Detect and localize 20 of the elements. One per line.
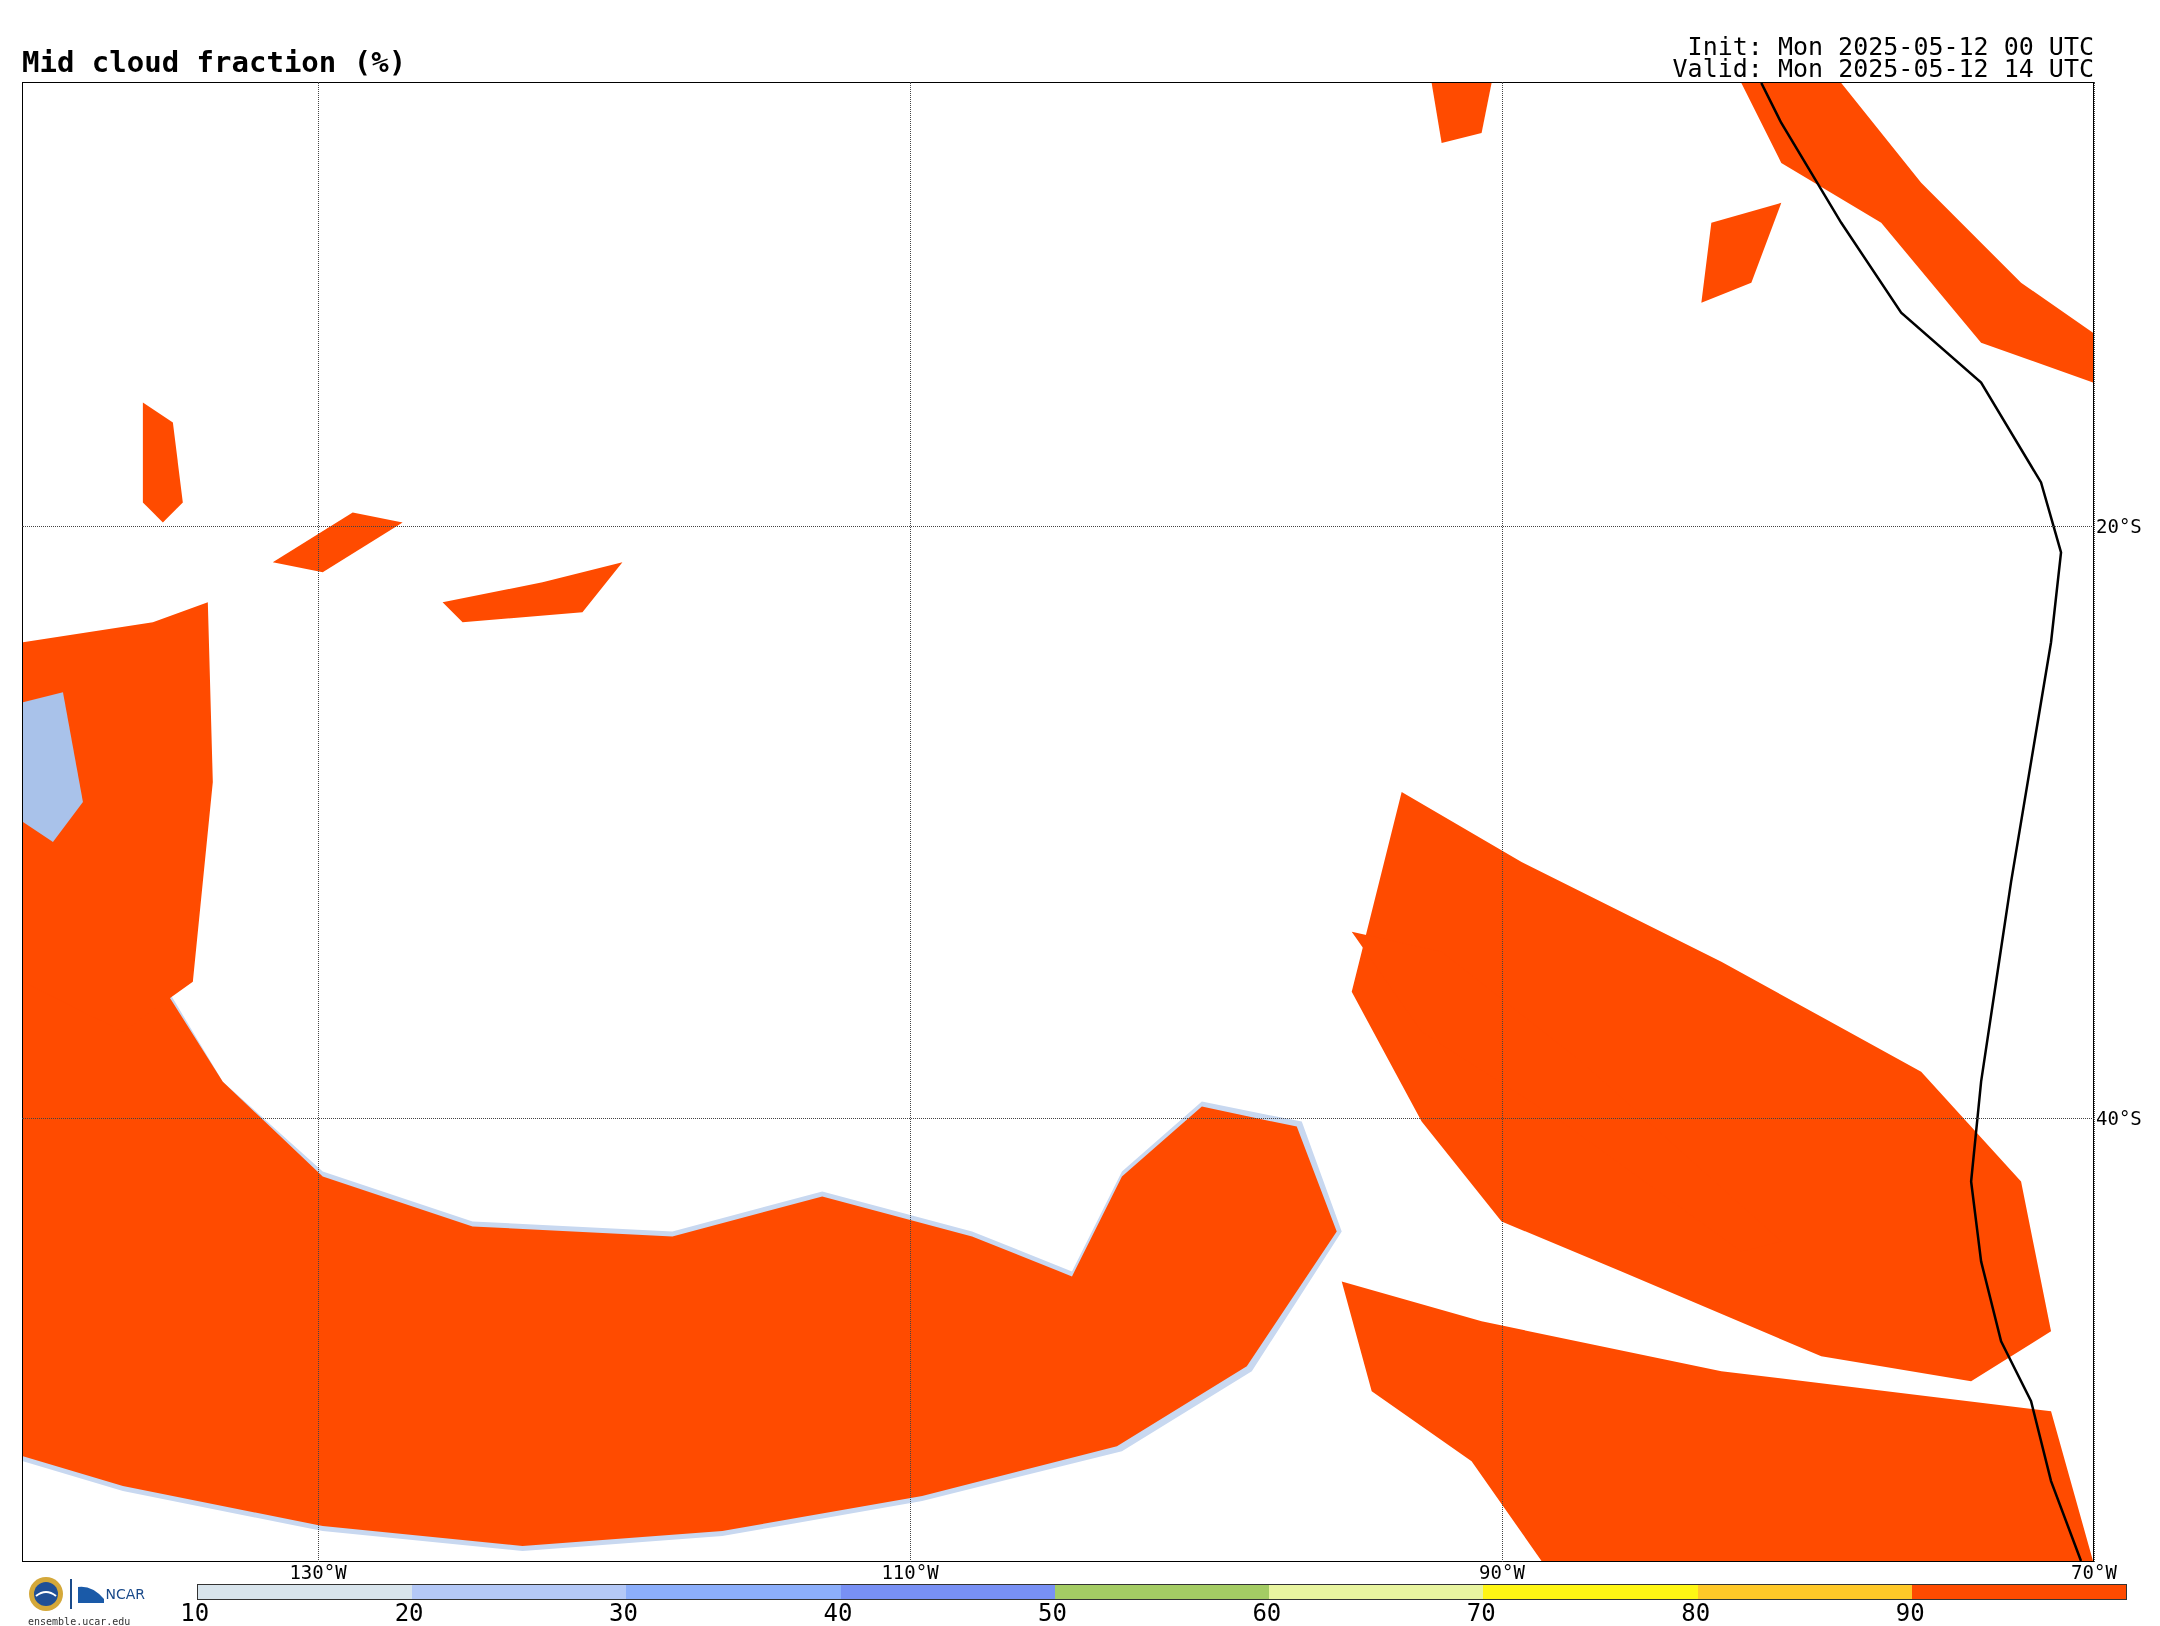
longitude-label: 70°W (2071, 1562, 2117, 1582)
scale-tick-label: 80 (1681, 1601, 1712, 1625)
scale-tick-label: 40 (823, 1601, 854, 1625)
latitude-label: 40°S (2095, 1108, 2142, 1128)
scale-tick-label: 10 (180, 1601, 211, 1625)
valid-time: Valid: Mon 2025-05-12 14 UTC (1672, 58, 2094, 80)
chart-title: Mid cloud fraction (%) (22, 46, 407, 78)
longitude-label: 130°W (289, 1562, 347, 1582)
longitude-label: 110°W (881, 1562, 939, 1582)
scale-tick-label: 90 (1895, 1601, 1926, 1625)
latitude-label: 20°S (2095, 516, 2142, 536)
scale-tick-label: 70 (1466, 1601, 1497, 1625)
longitude-label: 90°W (1479, 1562, 1525, 1582)
scale-tick-label: 60 (1252, 1601, 1283, 1625)
logo-text: NCAR (105, 1586, 146, 1602)
scale-tick-label: 50 (1037, 1601, 1068, 1625)
scale-tick-label: 20 (394, 1601, 425, 1625)
website-text: ensemble.ucar.edu (28, 1616, 131, 1626)
scale-tick-label: 30 (609, 1601, 639, 1625)
init-time: Init: Mon 2025-05-12 00 UTC (1687, 36, 2094, 58)
